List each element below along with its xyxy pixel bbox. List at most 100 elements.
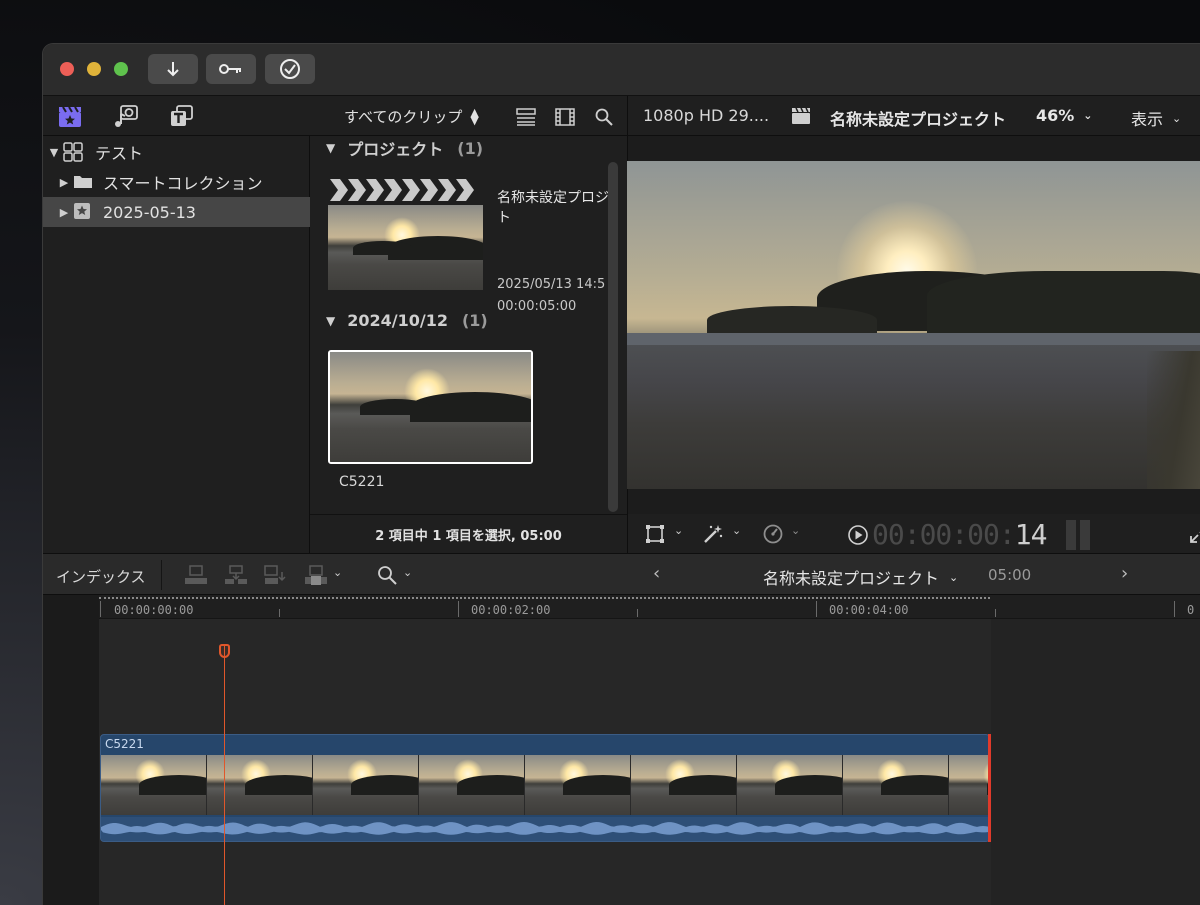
star-event-icon	[73, 202, 95, 222]
index-button[interactable]: インデックス	[56, 566, 146, 587]
enhance-button[interactable]	[701, 522, 725, 546]
transform-button[interactable]	[644, 523, 666, 545]
clip-frame	[949, 755, 989, 815]
play-button[interactable]	[846, 523, 870, 547]
append-clip-button[interactable]	[263, 564, 289, 586]
disclosure-open-icon: ▼	[326, 313, 336, 328]
list-view-icon	[516, 108, 536, 126]
viewer-toolbar: 1080p HD 29.... 名称未設定プロジェクト 46% ⌄ 表示 ⌄	[627, 96, 1200, 136]
background-tasks-button[interactable]	[265, 54, 315, 84]
zoom-window-button[interactable]	[114, 62, 128, 76]
connect-clip-button[interactable]	[183, 564, 209, 586]
fullscreen-button[interactable]	[1188, 523, 1200, 545]
speedometer-icon	[763, 524, 783, 544]
sea-horizon	[627, 333, 1200, 345]
timeline-clip[interactable]: C5221	[100, 734, 990, 842]
clip-frame	[631, 755, 737, 815]
titles-generators-tab-button[interactable]	[169, 103, 195, 129]
timeline-area[interactable]: 00:00:00:00 00:00:02:00 00:00:04:00 0 C5…	[43, 595, 1200, 905]
seawall	[1147, 351, 1200, 489]
close-window-button[interactable]	[60, 62, 74, 76]
format-label: 1080p HD 29....	[643, 106, 770, 125]
hill-silhouette-right	[927, 271, 1200, 333]
clip-end-trim-handle[interactable]	[988, 734, 991, 842]
disclosure-open-icon[interactable]: ▼	[47, 146, 61, 159]
library-item-label: テスト	[95, 144, 144, 163]
view-label: 表示	[1131, 110, 1164, 129]
toolbar-divider	[161, 560, 162, 590]
audio-meter-left	[1066, 520, 1076, 550]
chevron-down-icon[interactable]: ⌄	[333, 566, 342, 579]
clapper-star-icon	[59, 106, 81, 127]
retime-button[interactable]	[761, 522, 785, 546]
search-icon	[378, 566, 397, 585]
history-forward-icon[interactable]: ›	[1121, 563, 1128, 584]
ruler-label-truncated: 0	[1187, 603, 1195, 617]
timeline-project-name: 名称未設定プロジェクト	[763, 569, 940, 588]
browser-scrollbar[interactable]	[608, 162, 618, 512]
clip-thumbnail[interactable]	[328, 350, 533, 464]
timecode-display[interactable]: 00:00:00:14	[872, 518, 1047, 551]
transform-crop-icon	[646, 525, 664, 543]
beach-sand	[627, 345, 1200, 489]
clapper-icon	[790, 106, 812, 126]
chevron-down-icon[interactable]: ⌄	[403, 566, 412, 579]
clip-frame	[737, 755, 843, 815]
clip-frame	[101, 755, 207, 815]
timeline-search-button[interactable]	[375, 564, 399, 586]
waveform-shape	[101, 822, 989, 835]
project-thumbnail[interactable]	[328, 177, 483, 290]
insert-clip-button[interactable]	[223, 564, 249, 586]
list-view-button[interactable]	[515, 106, 537, 128]
clip-frame	[313, 755, 419, 815]
timeline-project-popup[interactable]: 名称未設定プロジェクト ⌄	[763, 565, 958, 589]
timeline-toolbar: インデックス ⌄ ⌄ ‹ 名称未設定プロジェクト ⌄ 05:00 ›	[43, 553, 1200, 595]
overwrite-clip-button[interactable]	[303, 564, 329, 586]
view-popup[interactable]: 表示 ⌄	[1131, 106, 1181, 130]
minimize-window-button[interactable]	[87, 62, 101, 76]
project-name[interactable]: 名称未設定プロジ ト	[497, 188, 609, 228]
viewer-video-frame[interactable]	[627, 161, 1200, 489]
keyword-button[interactable]	[206, 54, 256, 84]
browser-search-button[interactable]	[593, 106, 615, 128]
clip-name: C5221	[339, 474, 385, 490]
chevron-down-icon[interactable]: ⌄	[732, 524, 741, 537]
libraries-tab-button[interactable]	[57, 103, 83, 129]
section-count: (1)	[461, 311, 488, 330]
library-item-smart-collections[interactable]: ▶ スマートコレクション	[43, 167, 310, 197]
history-back-icon[interactable]: ‹	[653, 563, 660, 584]
library-item-test[interactable]: ▼ テスト	[43, 137, 310, 167]
library-toolbar	[43, 96, 310, 136]
zoom-popup[interactable]: 46% ⌄	[1036, 106, 1093, 125]
zoom-level: 46%	[1036, 106, 1075, 125]
import-button[interactable]	[148, 54, 198, 84]
insert-edit-icon	[225, 565, 247, 584]
filmstrip-view-button[interactable]	[554, 106, 576, 128]
clip-frame	[207, 755, 313, 815]
timeline-ruler[interactable]: 00:00:00:00 00:00:02:00 00:00:04:00 0	[99, 595, 1200, 619]
clapper-stripes-icon	[328, 177, 483, 203]
disclosure-closed-icon[interactable]: ▶	[57, 176, 71, 189]
clip-frame	[843, 755, 949, 815]
section-header-event-date[interactable]: ▼ 2024/10/12 (1)	[326, 311, 488, 330]
playhead[interactable]	[224, 644, 225, 905]
photos-audio-tab-button[interactable]	[113, 103, 139, 129]
titles-t-icon	[171, 105, 193, 126]
append-edit-icon	[264, 565, 286, 584]
chevron-down-icon[interactable]: ⌄	[791, 524, 800, 537]
section-title: プロジェクト	[347, 140, 444, 159]
filmstrip-icon	[555, 108, 575, 126]
viewer-project-name: 名称未設定プロジェクト	[830, 110, 1007, 129]
clip-filter-popup[interactable]: すべてのクリップ ▲ ▼	[344, 106, 479, 127]
chevron-down-icon[interactable]: ⌄	[674, 524, 683, 537]
playhead-handle[interactable]	[219, 644, 230, 658]
search-icon	[595, 108, 613, 126]
expand-arrows-icon	[1190, 531, 1200, 543]
titlebar	[43, 44, 1200, 96]
section-title: 2024/10/12	[347, 311, 448, 330]
checkmark-circle-icon	[280, 59, 300, 79]
section-header-projects[interactable]: ▼ プロジェクト (1)	[326, 136, 483, 160]
library-item-event-2025-05-13[interactable]: ▶ 2025-05-13	[43, 197, 310, 227]
ruler-label: 00:00:00:00	[114, 603, 194, 617]
disclosure-closed-icon[interactable]: ▶	[57, 206, 71, 219]
